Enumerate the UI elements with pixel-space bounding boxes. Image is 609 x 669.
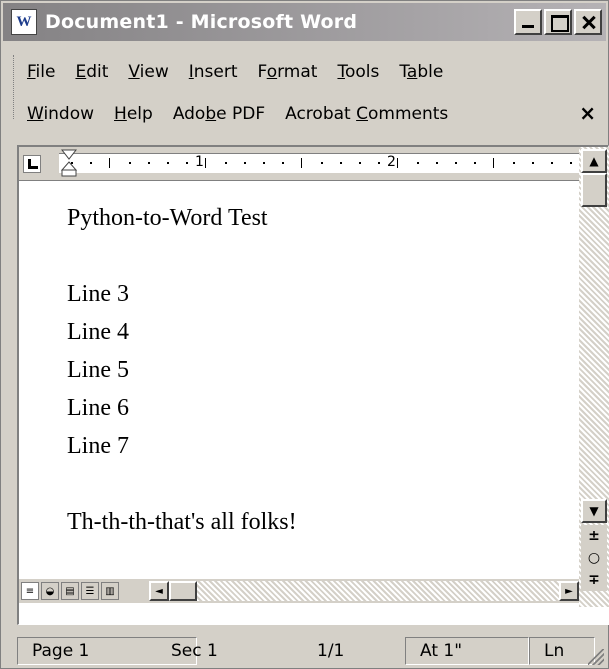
scroll-left-icon[interactable]: ◄ xyxy=(149,581,169,601)
ruler-half-inch-mark xyxy=(493,158,495,168)
word-app-icon[interactable]: W xyxy=(11,9,37,35)
ruler-number-1: 1 xyxy=(195,154,204,170)
ruler-half-inch-mark xyxy=(109,158,111,168)
scroll-down-icon[interactable]: ▼ xyxy=(581,499,607,523)
ruler-tick xyxy=(224,162,227,164)
normal-view-icon[interactable]: ≡ xyxy=(21,582,39,600)
window-controls xyxy=(514,9,602,35)
select-browse-object-icon[interactable]: ○ xyxy=(581,547,607,569)
doc-line-5: Line 5 xyxy=(67,357,129,383)
ruler-half-inch-mark xyxy=(301,158,303,168)
ruler-tick xyxy=(282,162,285,164)
menu-item-format[interactable]: Format xyxy=(258,62,318,82)
ruler-tick xyxy=(320,162,323,164)
document-page[interactable]: Python-to-Word Test Line 3 Line 4 Line 5… xyxy=(19,181,579,586)
previous-page-icon[interactable]: ± xyxy=(581,525,607,547)
menu-item-view[interactable]: View xyxy=(128,62,168,82)
menu-item-file[interactable]: File xyxy=(27,62,55,82)
vertical-scrollbar[interactable]: ▲ ▼ ± ○ ∓ xyxy=(579,147,609,607)
ruler-half-inch-mark xyxy=(205,158,207,168)
ruler-tick xyxy=(90,162,93,164)
menu-item-adobe-pdf[interactable]: Adobe PDF xyxy=(173,104,265,124)
ruler-tick xyxy=(512,162,515,164)
title-bar[interactable]: W Document1 - Microsoft Word xyxy=(3,3,606,41)
ruler-tick xyxy=(531,162,534,164)
menu-row-2: Window Help Adobe PDF Acrobat Comments xyxy=(27,99,468,129)
ruler-tick xyxy=(551,162,553,164)
doc-line-4: Line 4 xyxy=(67,319,129,345)
scroll-right-icon[interactable]: ► xyxy=(559,581,579,601)
maximize-button[interactable] xyxy=(544,9,572,35)
doc-line-7: Line 7 xyxy=(67,433,129,459)
menu-item-table[interactable]: Table xyxy=(399,62,443,82)
next-page-icon[interactable]: ∓ xyxy=(581,569,607,591)
menu-item-window[interactable]: Window xyxy=(27,104,94,124)
horizontal-ruler[interactable]: 1 2 xyxy=(19,147,579,181)
menu-item-edit[interactable]: Edit xyxy=(75,62,108,82)
ruler-tick xyxy=(474,162,477,164)
menu-item-acrobat-comments[interactable]: Acrobat Comments xyxy=(285,104,448,124)
ruler-tick xyxy=(359,162,361,164)
ruler-tick xyxy=(186,162,189,164)
ruler-tick xyxy=(378,162,381,164)
menu-bar: File Edit View Insert Format Tools Table Windo… xyxy=(3,45,606,131)
word-window: W Document1 - Microsoft Word File Edit Vie… xyxy=(0,0,609,669)
status-line: Ln xyxy=(529,637,595,665)
ruler-number-2: 2 xyxy=(387,154,396,170)
menu-item-tools[interactable]: Tools xyxy=(337,62,379,82)
close-document-icon[interactable]: × xyxy=(579,101,596,125)
ruler-strip: 1 2 xyxy=(59,153,579,173)
ruler-tick xyxy=(570,162,573,164)
menu-item-help[interactable]: Help xyxy=(114,104,153,124)
ruler-tick xyxy=(435,162,438,164)
ruler-tick xyxy=(167,162,169,164)
ruler-tick xyxy=(128,162,131,164)
document-frame: 1 2 Python-to-Word Test Line 3 Line 4 Li… xyxy=(17,145,609,625)
outline-view-icon[interactable]: ☰ xyxy=(81,582,99,600)
print-layout-view-icon[interactable]: ▤ xyxy=(61,582,79,600)
status-section: Sec 1 xyxy=(171,641,218,661)
vertical-scroll-thumb[interactable] xyxy=(581,173,607,207)
menu-row-1: File Edit View Insert Format Tools Table xyxy=(27,57,463,87)
doc-line-6: Line 6 xyxy=(67,395,129,421)
ruler-tick xyxy=(339,162,342,164)
doc-line-9: Th-th-th-that's all folks! xyxy=(67,509,297,535)
minimize-button[interactable] xyxy=(514,9,542,35)
close-button[interactable] xyxy=(574,9,602,35)
window-title: Document1 - Microsoft Word xyxy=(45,11,358,33)
status-position: At 1" xyxy=(405,637,529,665)
ruler-tick xyxy=(147,162,150,164)
menu-grip-handle[interactable] xyxy=(13,55,16,119)
status-page-count: 1/1 xyxy=(317,641,345,661)
view-and-horizontal-scroll-bar: ≡ ◒ ▤ ☰ ▥ ◄ ► xyxy=(19,579,579,603)
status-bar: Page 1 Sec 1 1/1 At 1" Ln xyxy=(3,635,606,667)
indent-marker-icon[interactable] xyxy=(61,149,77,177)
doc-line-1: Python-to-Word Test xyxy=(67,205,268,231)
reading-layout-view-icon[interactable]: ▥ xyxy=(101,582,119,600)
ruler-tick xyxy=(455,162,457,164)
ruler-tick xyxy=(243,162,246,164)
ruler-tick xyxy=(416,162,419,164)
horizontal-scrollbar[interactable]: ◄ ► xyxy=(149,581,579,601)
doc-line-3: Line 3 xyxy=(67,281,129,307)
ruler-half-inch-mark xyxy=(397,158,399,168)
horizontal-scroll-thumb[interactable] xyxy=(169,581,197,601)
tab-selector-icon[interactable] xyxy=(23,155,41,173)
resize-grip-icon[interactable] xyxy=(588,649,604,665)
web-layout-view-icon[interactable]: ◒ xyxy=(41,582,59,600)
menu-item-insert[interactable]: Insert xyxy=(189,62,238,82)
scroll-up-icon[interactable]: ▲ xyxy=(581,149,607,173)
ruler-tick xyxy=(263,162,265,164)
